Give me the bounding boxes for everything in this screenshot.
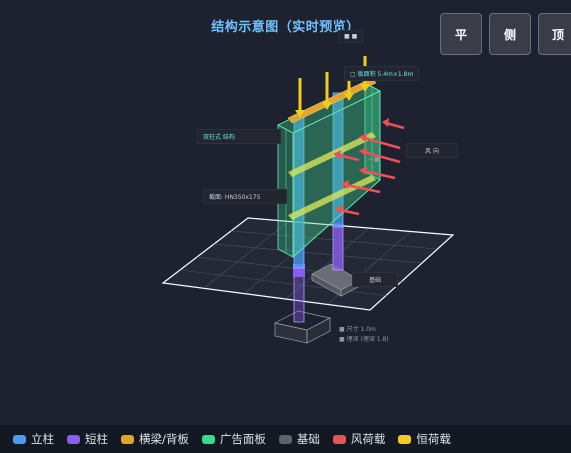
legend-swatch [67,434,80,444]
wind-direction-label: 风 向 [406,143,458,158]
foundation-depth-label: ■ 埋深 (埋深 1.8) [339,336,389,343]
legend-item: 广告面板 [201,431,266,447]
legend-swatch [332,434,346,444]
legend-swatch [398,434,412,444]
structure-3d-viewport[interactable] [0,0,571,425]
legend-label: 基础 [296,432,320,446]
legend-label: 横梁/背板 [139,432,189,446]
top-cap-label: ■ ■ [338,30,364,43]
foundation-label: 基础 [352,272,398,287]
legend-label: 风荷载 [350,432,386,446]
legend-item: 短柱 [67,431,108,447]
legend-swatch [278,434,292,444]
wind-arrow-label: → ■ [367,156,380,163]
legend-label: 恒荷载 [416,432,451,446]
legend-swatch [201,434,215,444]
structure-type-label: 双柱式 结构 [197,129,281,144]
legend-label: 立柱 [31,432,54,446]
legend-item: 恒荷载 [398,431,451,447]
legend: 立柱 短柱 横梁/背板 广告面板 基础 风荷载 恒荷载 [0,425,571,453]
legend-item: 基础 [278,431,320,447]
panel-size-label: □ 板面积 5.4m×1.8m [344,66,420,81]
legend-swatch [121,434,134,444]
legend-item: 横梁/背板 [121,431,189,447]
legend-item: 风荷载 [332,431,386,447]
legend-item: 立柱 [13,431,54,447]
section-label: 截面: HN350x175 [203,189,287,204]
legend-label: 短柱 [85,432,108,446]
legend-label: 广告面板 [219,432,266,446]
legend-swatch [13,434,26,444]
